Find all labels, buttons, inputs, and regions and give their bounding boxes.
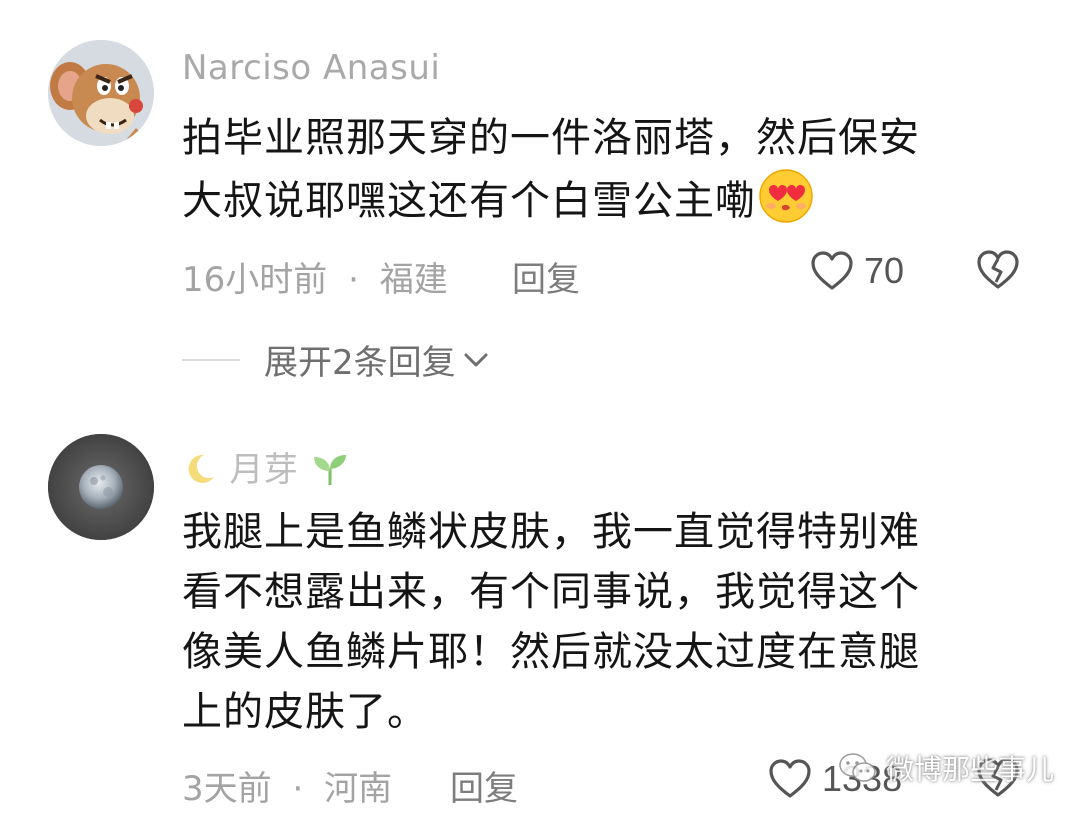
location: 福建 xyxy=(379,260,448,300)
divider xyxy=(182,358,240,361)
watermark: 微博那些事儿 xyxy=(838,748,1054,788)
reply-button[interactable]: 回复 xyxy=(512,252,580,301)
crescent-moon-icon xyxy=(188,454,214,483)
reply-button[interactable]: 回复 xyxy=(450,761,518,810)
dislike-button[interactable] xyxy=(976,250,1020,294)
like-button[interactable]: 70 xyxy=(810,250,904,292)
wechat-icon xyxy=(839,753,876,782)
separator: · xyxy=(292,769,304,809)
seedling-emoji xyxy=(298,450,349,490)
watermark-text: 微博那些事儿 xyxy=(886,753,1055,786)
username[interactable]: Narciso Anasui xyxy=(182,48,440,88)
heart-eyes-icon xyxy=(759,169,813,223)
comment-text-line: 像美人鱼鳞片耶！然后就没太过度在意腿 xyxy=(182,629,920,675)
separator: · xyxy=(348,260,359,300)
timestamp: 3天前 xyxy=(182,769,272,809)
comment-item: Narciso Anasui 拍毕业照那天穿的一件洛丽塔，然后保安 大叔说耶嘿这… xyxy=(0,0,1080,400)
expand-replies-button[interactable]: 展开2条回复 xyxy=(182,335,490,384)
heart-icon xyxy=(769,759,811,798)
username[interactable]: 月芽 xyxy=(182,442,350,491)
heart-icon xyxy=(811,251,853,290)
comment-text-line: 拍毕业照那天穿的一件洛丽塔，然后保安 xyxy=(182,115,920,161)
comment-text-line: 大叔说耶嘿这还有个白雪公主嘞 xyxy=(182,168,920,241)
cartoon-mouse-avatar xyxy=(48,40,154,146)
like-count: 70 xyxy=(864,250,905,291)
location: 河南 xyxy=(324,769,393,809)
seedling-icon xyxy=(313,455,346,485)
comment-text-line: 我腿上是鱼鳞状皮肤，我一直觉得特别难 xyxy=(182,509,920,555)
moon-avatar xyxy=(48,434,154,540)
comment-meta: 3天前 · 河南 xyxy=(182,761,392,810)
timestamp: 16小时前 xyxy=(182,260,328,300)
chevron-down-icon xyxy=(464,353,488,366)
avatar[interactable] xyxy=(48,40,154,146)
crescent-moon-emoji xyxy=(182,450,229,490)
avatar[interactable] xyxy=(48,434,154,540)
comment-meta: 16小时前 · 福建 xyxy=(182,252,448,301)
expand-replies-label: 展开2条回复 xyxy=(264,343,456,383)
broken-heart-icon xyxy=(977,250,1019,289)
comment-text-line: 上的皮肤了。 xyxy=(182,689,428,735)
comment-text: 我腿上是鱼鳞状皮肤，我一直觉得特别难 看不想露出来，有个同事说，我觉得这个 像美… xyxy=(182,502,920,742)
heart-eyes-emoji xyxy=(758,168,814,241)
comment-list: Narciso Anasui 拍毕业照那天穿的一件洛丽塔，然后保安 大叔说耶嘿这… xyxy=(0,0,1080,815)
comment-text: 拍毕业照那天穿的一件洛丽塔，然后保安 大叔说耶嘿这还有个白雪公主嘞 xyxy=(182,108,920,241)
comment-text-line: 看不想露出来，有个同事说，我觉得这个 xyxy=(182,569,920,615)
